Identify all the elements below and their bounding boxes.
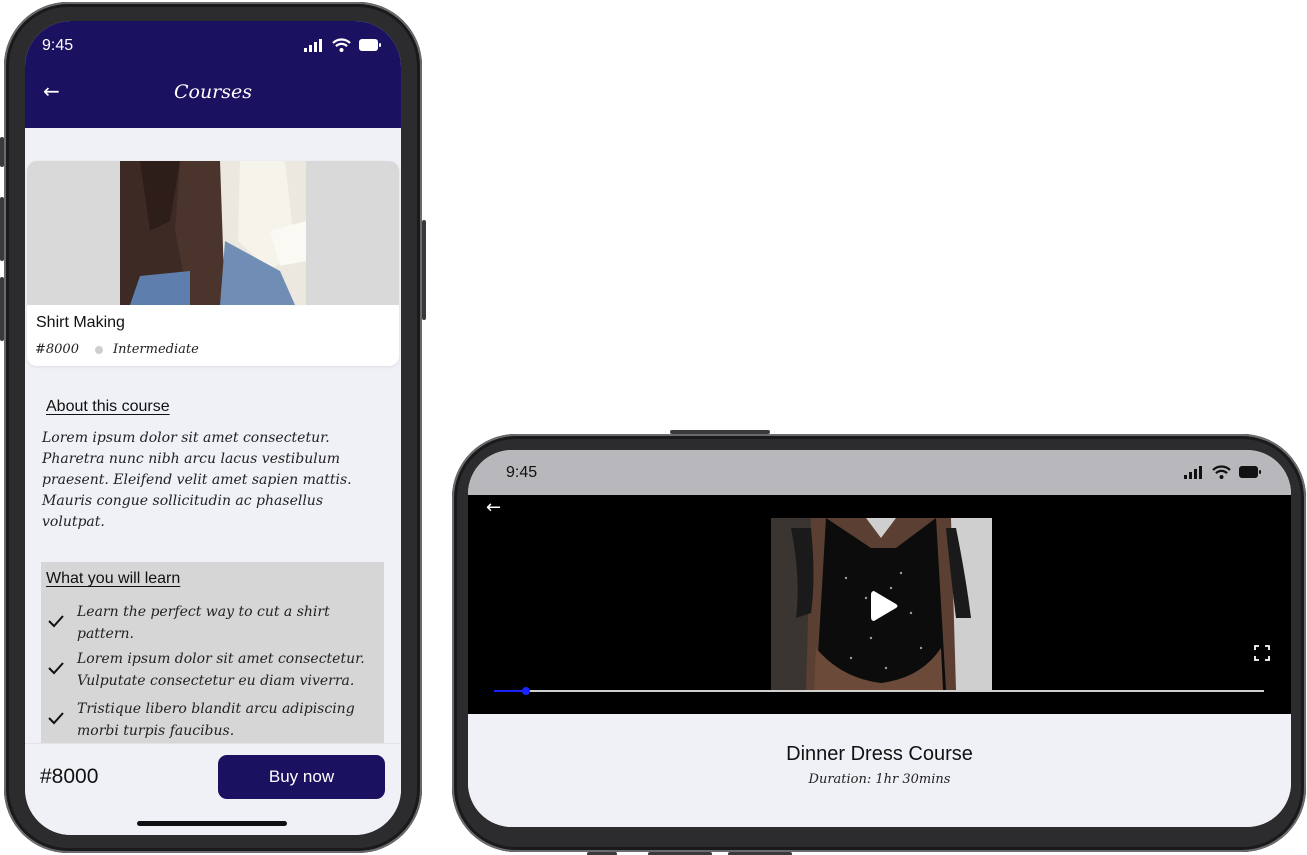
learn-item: Learn the perfect way to cut a shirt pat… (47, 601, 377, 645)
learn-item-text: Lorem ipsum dolor sit amet consectetur. … (77, 651, 365, 689)
status-icons (304, 38, 381, 52)
portrait-screen: 9:45 ← Courses Shirt Making #8000 Interm… (25, 21, 401, 835)
purchase-bar: #8000 Buy now (25, 743, 401, 835)
learn-item: Lorem ipsum dolor sit amet consectetur. … (47, 648, 377, 692)
course-title: Dinner Dress Course (786, 743, 973, 765)
status-icons (1184, 465, 1261, 479)
learn-heading: What you will learn (46, 570, 181, 587)
video-thumbnail (771, 518, 992, 690)
checkmark-icon (48, 712, 64, 725)
progress-knob[interactable] (522, 687, 531, 695)
about-heading: About this course (46, 398, 170, 415)
power-button (422, 220, 426, 320)
course-level: Intermediate (112, 342, 199, 357)
learn-item-text: Learn the perfect way to cut a shirt pat… (77, 604, 330, 642)
status-bar: 9:45 (468, 450, 1291, 495)
buy-now-button[interactable]: Buy now (218, 755, 385, 799)
battery-icon (359, 39, 381, 51)
separator-dot (94, 345, 103, 354)
signal-icon (1184, 465, 1202, 479)
course-price: #8000 (35, 342, 79, 357)
power-button (670, 430, 770, 434)
back-arrow-icon[interactable]: ← (486, 498, 501, 518)
about-text: Lorem ipsum dolor sit amet consectetur. … (42, 430, 352, 530)
learn-item-text: Tristique libero blandit arcu adipiscing… (77, 701, 355, 739)
progress-bar[interactable] (494, 687, 1264, 695)
fullscreen-icon[interactable] (1254, 645, 1270, 661)
course-image-area (27, 161, 399, 305)
home-indicator[interactable] (137, 821, 287, 826)
status-time: 9:45 (42, 37, 74, 54)
checkmark-icon (48, 615, 64, 628)
wifi-icon (1212, 465, 1231, 479)
landscape-screen: 9:45 ← Dinner Dress Course Duration: 1hr… (468, 450, 1291, 827)
signal-icon (304, 38, 322, 52)
portrait-phone-frame: 9:45 ← Courses Shirt Making #8000 Interm… (0, 2, 426, 853)
volume-down-button (0, 277, 4, 341)
learn-section: What you will learn Learn the perfect wa… (41, 562, 384, 752)
course-card[interactable]: Shirt Making #8000 Intermediate (27, 161, 399, 366)
course-meta: #8000 Intermediate (35, 342, 199, 357)
volume-up-button (0, 197, 4, 261)
mute-switch (0, 137, 4, 167)
landscape-phone-frame: 9:45 ← Dinner Dress Course Duration: 1hr… (452, 430, 1306, 855)
learn-item: Tristique libero blandit arcu adipiscing… (47, 698, 377, 742)
page-title: Courses (173, 81, 253, 103)
app-header: 9:45 ← Courses (25, 21, 401, 128)
video-player[interactable]: ← (468, 495, 1291, 714)
checkmark-icon (48, 662, 64, 675)
course-duration: Duration: 1hr 30mins (808, 772, 951, 787)
wifi-icon (332, 38, 351, 52)
purchase-price: #8000 (40, 765, 99, 788)
status-time: 9:45 (506, 464, 538, 481)
battery-icon (1239, 466, 1261, 478)
play-icon[interactable] (863, 586, 903, 626)
course-name: Shirt Making (36, 314, 125, 331)
course-image (120, 161, 306, 305)
course-info: Dinner Dress Course Duration: 1hr 30mins (468, 714, 1291, 827)
